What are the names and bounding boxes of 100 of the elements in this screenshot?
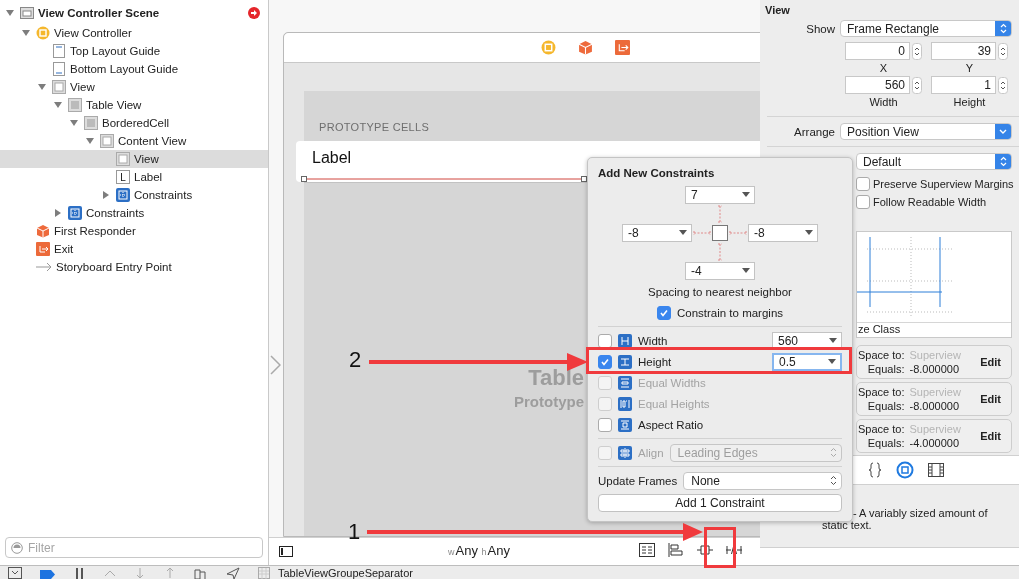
checkbox[interactable] xyxy=(856,177,870,191)
card-label: Equals: xyxy=(866,437,905,449)
checkbox[interactable] xyxy=(856,195,870,209)
object-library-icon[interactable] xyxy=(896,461,914,479)
caret-icon xyxy=(828,358,836,365)
checkbox[interactable] xyxy=(656,305,671,320)
view-icon xyxy=(52,80,66,94)
table-view-icon xyxy=(68,98,82,112)
constraint-label: Equal Heights xyxy=(638,397,711,410)
filter-field[interactable]: Filter xyxy=(5,537,263,558)
section-title: View xyxy=(764,3,791,18)
align-icon[interactable] xyxy=(668,543,684,557)
field-caption: X xyxy=(879,61,888,76)
card-value: Superview xyxy=(909,349,962,361)
caret-icon xyxy=(829,337,837,344)
field-caption: Height xyxy=(953,95,986,110)
spacing-line xyxy=(728,230,748,236)
diagram-caption: ze Class xyxy=(857,322,1011,337)
tree-item[interactable]: View xyxy=(0,150,268,168)
update-frames-dropdown[interactable]: None xyxy=(683,471,842,490)
constraint-label: Align xyxy=(638,446,664,459)
checkmark-icon xyxy=(600,356,610,367)
annotation-number: 2 xyxy=(349,349,362,371)
spacing-line xyxy=(717,204,723,224)
edit-button[interactable]: Edit xyxy=(980,356,1001,368)
layout-select[interactable]: Default xyxy=(856,153,1012,170)
tree-item[interactable]: First Responder xyxy=(0,222,268,240)
arrow-icon xyxy=(36,260,52,274)
checkbox[interactable] xyxy=(598,417,612,432)
checkbox[interactable] xyxy=(598,333,612,348)
up-down-icon xyxy=(830,475,837,486)
tree-item[interactable]: View Controller Scene xyxy=(0,2,268,24)
number-field[interactable]: 0 xyxy=(845,42,910,60)
tree-item[interactable]: Storyboard Entry Point xyxy=(0,258,268,276)
tree-item[interactable]: BorderedCell xyxy=(0,114,268,132)
sidebar-toggle-icon[interactable] xyxy=(279,546,293,557)
braces-icon[interactable] xyxy=(868,462,882,478)
cube-icon xyxy=(36,224,50,238)
tree-item[interactable]: Exit xyxy=(0,240,268,258)
size-class[interactable]: wAny hAny xyxy=(448,543,510,558)
stepper xyxy=(912,76,922,94)
spacing-dropdown[interactable]: -8 xyxy=(748,224,818,242)
tree-item[interactable]: Content View xyxy=(0,132,268,150)
spacing-dropdown[interactable]: -4 xyxy=(685,262,755,280)
constraint-icon xyxy=(618,445,632,460)
edit-button[interactable]: Edit xyxy=(980,393,1001,405)
option-label: Preserve Superview Margins xyxy=(873,178,1014,190)
constraint-icon xyxy=(618,333,632,348)
view-icon xyxy=(116,152,130,166)
constraint-label: Width xyxy=(638,334,669,347)
tree-item[interactable]: L Label xyxy=(0,168,268,186)
spacing-dropdown[interactable]: 7 xyxy=(685,186,755,204)
field-label: Show xyxy=(805,22,836,35)
value-dropdown[interactable]: 0.5 xyxy=(772,352,842,371)
stepper xyxy=(998,76,1008,94)
field-caption: Y xyxy=(965,61,974,76)
constraints-icon xyxy=(116,188,130,202)
annotation-number: 1 xyxy=(348,521,361,543)
tree-item[interactable]: Top Layout Guide xyxy=(0,42,268,60)
chevron-icon xyxy=(270,355,281,375)
number-field[interactable]: 1 xyxy=(931,76,996,94)
view-icon xyxy=(100,134,114,148)
tree-item[interactable]: Bottom Layout Guide xyxy=(0,60,268,78)
location-icon[interactable] xyxy=(226,566,240,579)
tree-item[interactable]: Constraints xyxy=(0,204,268,222)
top-guide-icon xyxy=(52,44,66,58)
caret-icon xyxy=(742,268,750,274)
constraint-label: Equal Widths xyxy=(638,376,707,389)
tree-item[interactable]: View xyxy=(0,78,268,96)
arrange-select[interactable]: Position View xyxy=(840,123,1012,140)
film-icon[interactable] xyxy=(928,463,944,477)
tree-item[interactable]: View Controller xyxy=(0,24,268,42)
tree-item[interactable]: Constraints xyxy=(0,186,268,204)
checkbox-label: Constrain to margins xyxy=(676,306,784,319)
console-icon[interactable] xyxy=(8,566,22,579)
caret-icon xyxy=(679,230,687,236)
spacing-dropdown[interactable]: -8 xyxy=(622,224,692,242)
stepper xyxy=(998,42,1008,60)
description-text: - A variably sized amount of xyxy=(853,507,989,519)
number-field[interactable]: 560 xyxy=(845,76,910,94)
checkmark-icon xyxy=(658,307,669,318)
stack-icon[interactable] xyxy=(639,543,655,557)
add-constraint-button[interactable]: Add 1 Constraint xyxy=(598,494,842,512)
field-label: Arrange xyxy=(793,125,836,138)
number-field[interactable]: 39 xyxy=(931,42,996,60)
cube-icon[interactable] xyxy=(577,40,593,55)
pause-icon[interactable] xyxy=(74,566,86,579)
section-header: PROTOTYPE CELLS xyxy=(319,121,430,133)
bottom-guide-icon xyxy=(52,62,66,76)
spacing-caption: Spacing to nearest neighbor xyxy=(648,286,792,298)
card-value: -8.000000 xyxy=(909,400,961,412)
up-down-icon xyxy=(830,447,837,458)
exit-icon[interactable] xyxy=(614,40,630,55)
edit-button[interactable]: Edit xyxy=(980,430,1001,442)
option-label: Follow Readable Width xyxy=(873,196,987,208)
tree-item[interactable]: Table View xyxy=(0,96,268,114)
show-select[interactable]: Frame Rectangle xyxy=(840,20,1012,37)
constraints-icon xyxy=(68,206,82,220)
checkbox[interactable] xyxy=(598,354,612,369)
constraint-label: Aspect Ratio xyxy=(638,418,705,431)
